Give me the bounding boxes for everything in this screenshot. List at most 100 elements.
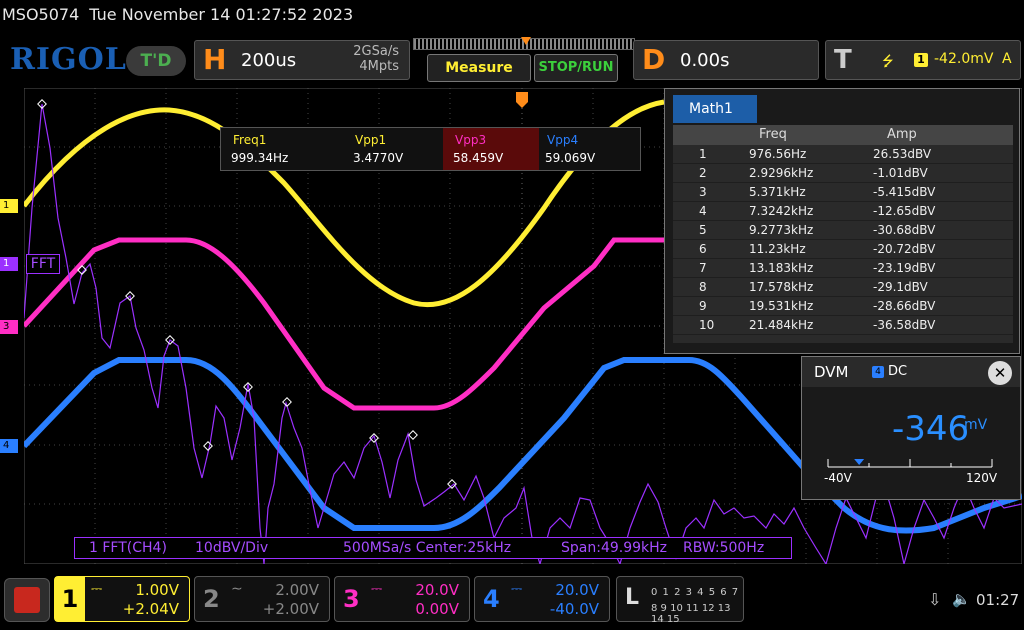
trigger-box[interactable]: T ⭍ 1 -42.0mV A [825,40,1021,80]
col-amp-header: Amp [887,127,917,142]
peak-table-header: Freq Amp [673,125,1013,145]
col-freq-header: Freq [759,127,787,142]
fft-rbw: RBW:500Hz [683,540,765,556]
peak-i: 10 [699,318,715,332]
peak-freq: 2.9296kHz [749,166,814,180]
trigger-status-badge: T'D [126,46,186,76]
peak-freq: 21.484kHz [749,318,814,332]
top-control-row: RIGOL T'D H 200us 2GSa/s 4Mpts Measure S… [0,37,1024,84]
measurement-vpp3: Vpp3 58.459V [443,128,539,170]
bottom-bar: 1 ⎓ 1.00V +2.04V 2 ∼ 2.00V +2.00V 3 ⎓ 20… [0,570,1024,630]
measurement-results[interactable]: Freq1 999.34Hz Vpp1 3.4770V Vpp3 58.459V… [220,127,641,171]
peak-freq: 9.2773kHz [749,223,814,237]
peak-i: 1 [699,147,707,161]
peak-row: 1 976.56Hz 26.53dBV [673,145,1013,164]
memory-depth: 4Mpts [359,59,399,74]
ch3-settings[interactable]: 3 ⎓ 20.0V 0.00V [334,576,470,622]
ch4-settings[interactable]: 4 ⎓ 20.0V -40.0V [474,576,610,622]
ch2-scale: 2.00V [275,581,319,599]
peak-row: 7 13.183kHz -23.19dBV [673,259,1013,278]
fft-source: 1 FFT(CH4) [89,540,167,556]
menu-grid-icon [14,587,40,613]
math-tab[interactable]: Math1 [673,95,757,123]
logic-letter: L [625,585,640,610]
peak-freq: 11.23kHz [749,242,806,256]
measurement-value: 3.4770V [353,151,404,165]
dvm-range-max: 120V [966,471,998,485]
peak-i: 8 [699,280,707,294]
peak-i: 3 [699,185,707,199]
ch1-scale: 1.00V [135,581,179,599]
dvm-header: DVM 4 DC ✕ [802,357,1020,387]
dvm-range-min: -40V [824,471,852,485]
timebase-value: 200us [241,50,297,71]
trigger-position-marker [521,37,531,45]
trigger-letter: T [834,45,852,75]
fft-rate-center: 500MSa/s Center:25kHz [343,540,512,556]
home-menu-button[interactable] [4,578,50,622]
ch4-marker-label: 4 [3,440,10,451]
acquisition-info: 2GSa/s 4Mpts [353,44,399,74]
measurement-freq1: Freq1 999.34Hz [221,128,317,170]
peak-amp: 26.53dBV [873,147,932,161]
trigger-level: -42.0mV [934,51,994,67]
peak-freq: 17.578kHz [749,280,814,294]
peak-i: 7 [699,261,707,275]
trigger-position-strip [413,37,635,50]
trigger-time-marker [516,92,528,108]
rigol-logo: RIGOL [10,42,127,77]
peak-amp: -12.65dBV [873,204,936,218]
measurement-value: 58.459V [453,151,504,165]
peak-rows: 1 976.56Hz 26.53dBV 2 2.9296kHz -1.01dBV 3 5.37… [673,145,1013,335]
fft-span: Span:49.99kHz [561,540,668,556]
ch1-offset: +2.04V [122,600,179,618]
logic-channels-box[interactable]: L 0 1 2 3 4 5 6 7 8 9 10 11 12 13 14 15 [616,576,744,625]
measurement-value: 999.34Hz [231,151,289,165]
peak-i: 6 [699,242,707,256]
datetime: Tue November 14 01:27:52 2023 [89,5,354,24]
ch1-level-marker[interactable]: 1 [0,199,18,213]
fft-level-marker[interactable]: 1 [0,257,18,271]
ch2-number: 2 [203,585,220,613]
measure-button[interactable]: Measure [427,54,531,82]
dvm-level-pointer [854,459,865,465]
horizontal-timebase-box[interactable]: H 200us 2GSa/s 4Mpts [194,40,410,80]
peak-i: 2 [699,166,707,180]
measurement-label: Vpp3 [455,133,487,147]
dvm-panel[interactable]: DVM 4 DC ✕ -346 mV -40V 120V [801,356,1021,500]
peak-amp: -29.1dBV [873,280,928,294]
trigger-source: 1 [914,53,928,67]
ch4-level-marker[interactable]: 4 [0,439,18,453]
dvm-unit: mV [964,417,988,433]
peak-amp: -30.68dBV [873,223,936,237]
math-peak-panel[interactable]: Math1 Freq Amp 1 976.56Hz 26.53dBV 2 2.9296k… [664,88,1020,354]
ch1-settings[interactable]: 1 ⎓ 1.00V +2.04V [54,576,190,622]
fft-marker-label: 1 [3,258,10,269]
peak-row: 10 21.484kHz -36.58dBV [673,316,1013,335]
dc-coupling-icon: ⎓ [91,581,103,597]
fft-scale: 10dBV/Div [195,540,269,556]
ch3-level-marker[interactable]: 3 [0,320,18,334]
ch2-settings[interactable]: 2 ∼ 2.00V +2.00V [194,576,330,622]
sample-rate: 2GSa/s [353,44,399,59]
peak-row: 5 9.2773kHz -30.68dBV [673,221,1013,240]
usb-icon: ⇩ [928,590,942,609]
measurement-value: 59.069V [545,151,596,165]
close-icon[interactable]: ✕ [988,361,1012,385]
peak-row: 6 11.23kHz -20.72dBV [673,240,1013,259]
speaker-icon[interactable]: 🔈 [952,590,971,608]
dvm-mode: DC [888,364,908,379]
stop-run-button[interactable]: STOP/RUN [534,54,618,82]
measurement-label: Freq1 [233,133,267,147]
peak-freq: 5.371kHz [749,185,806,199]
fft-info-bar[interactable]: 1 FFT(CH4) 10dBV/Div 500MSa/s Center:25k… [74,537,792,559]
peak-amp: -23.19dBV [873,261,936,275]
ch1-number: 1 [55,577,85,621]
peak-amp: -5.415dBV [873,185,936,199]
ch1-marker-label: 1 [3,200,10,211]
peak-row: 2 2.9296kHz -1.01dBV [673,164,1013,183]
measurement-vpp4: Vpp4 59.069V [535,128,631,170]
dc-coupling-icon: ⎓ [371,581,383,597]
delay-box[interactable]: D 0.00s [633,40,819,80]
peak-amp: -20.72dBV [873,242,936,256]
